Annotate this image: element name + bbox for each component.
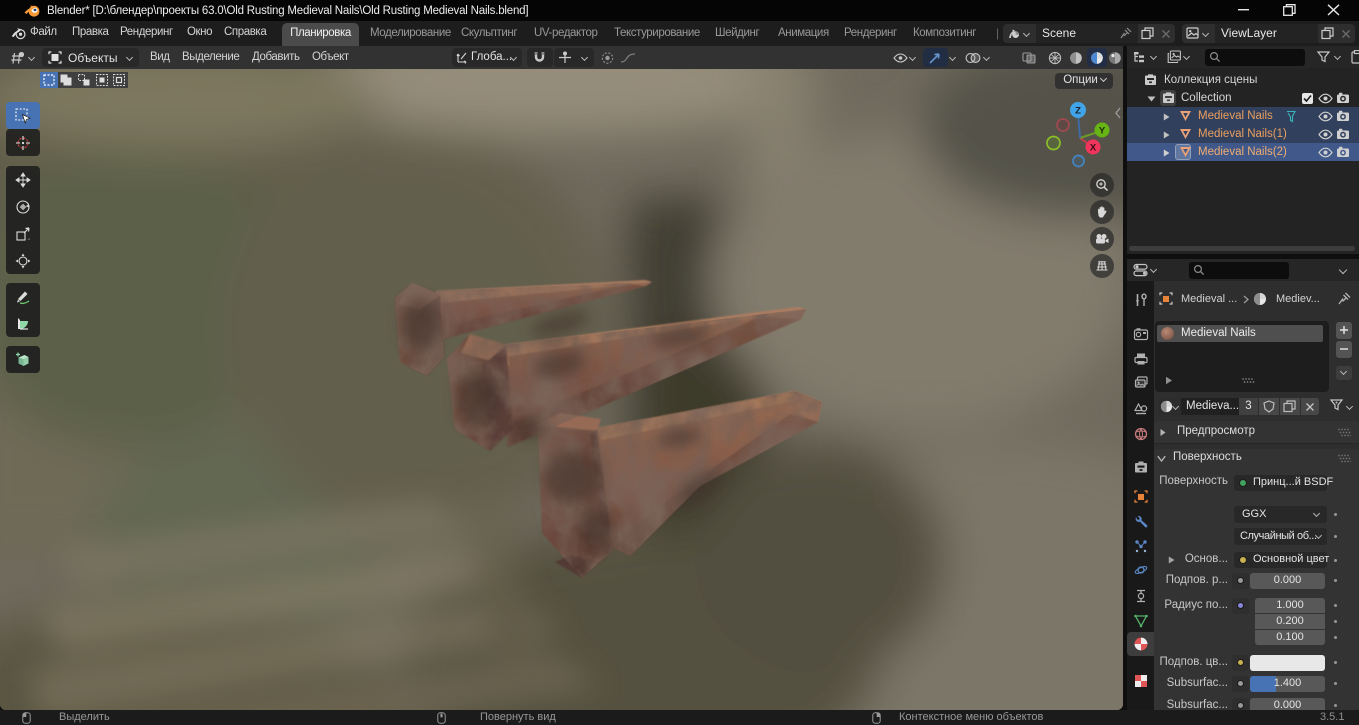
svg-text:Y: Y: [1099, 126, 1106, 137]
svg-text:X: X: [1090, 143, 1097, 154]
svg-text:Z: Z: [1075, 106, 1081, 117]
